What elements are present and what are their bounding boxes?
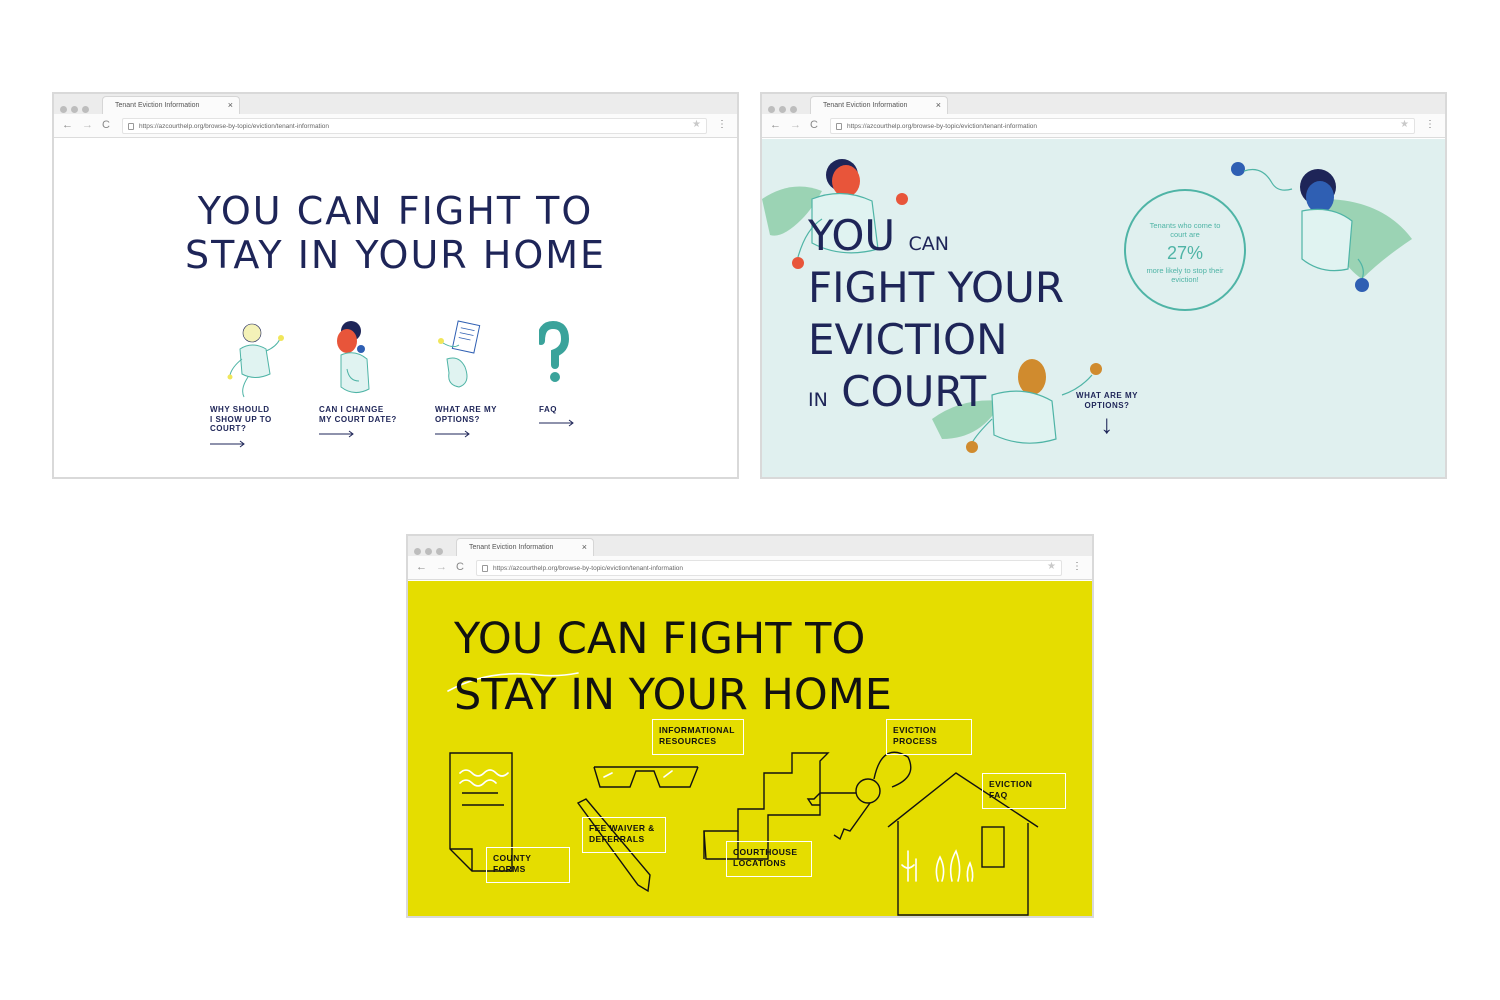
reload-icon[interactable]: C bbox=[102, 119, 110, 131]
url-field[interactable]: https://azcourthelp.org/browse-by-topic/… bbox=[122, 118, 707, 134]
forward-arrow-icon[interactable]: → bbox=[82, 119, 93, 131]
person-on-phone-icon bbox=[337, 321, 370, 393]
lock-icon bbox=[482, 565, 488, 572]
bookmark-star-icon[interactable]: ★ bbox=[1400, 119, 1409, 130]
hero-line-2: FIGHT YOUR bbox=[808, 263, 1065, 312]
menu-kebab-icon[interactable]: ⋮ bbox=[1425, 119, 1435, 130]
tab-close-icon[interactable]: × bbox=[228, 100, 233, 110]
nav-card-label: WHY SHOULD I SHOW UP TO COURT? bbox=[210, 405, 272, 433]
hero-title-line-2: STAY IN YOUR HOME bbox=[184, 233, 607, 277]
nav-card-change-date[interactable]: CAN I CHANGE MY COURT DATE? bbox=[319, 319, 419, 438]
link-eviction-faq[interactable]: EVICTION FAQ bbox=[982, 773, 1066, 809]
hero-word-you: YOU bbox=[808, 211, 896, 260]
browser-tab[interactable]: Tenant Eviction Information × bbox=[456, 538, 594, 556]
lock-icon bbox=[128, 123, 134, 130]
arrow-right-icon bbox=[319, 430, 354, 438]
address-bar: ← → C https://azcourthelp.org/browse-by-… bbox=[408, 556, 1092, 580]
hero-title: YOU CAN FIGHT TO STAY IN YOUR HOME bbox=[54, 189, 737, 277]
menu-kebab-icon[interactable]: ⋮ bbox=[1072, 561, 1082, 572]
page-content: YOU CAN FIGHT TO STAY IN YOUR HOME WHY S… bbox=[54, 139, 737, 477]
address-bar: ← → C https://azcourthelp.org/browse-by-… bbox=[54, 114, 737, 138]
arrow-right-icon bbox=[539, 419, 574, 427]
hero-word-can: CAN bbox=[908, 233, 950, 255]
link-eviction-process[interactable]: EVICTION PROCESS bbox=[886, 719, 972, 755]
url-text: https://azcourthelp.org/browse-by-topic/… bbox=[139, 123, 330, 130]
tab-title: Tenant Eviction Information bbox=[823, 102, 908, 109]
back-arrow-icon[interactable]: ← bbox=[62, 119, 73, 131]
nav-card-faq[interactable]: FAQ bbox=[537, 319, 639, 427]
hero-word-in: IN bbox=[808, 389, 828, 411]
link-county-forms[interactable]: COUNTY FORMS bbox=[486, 847, 570, 883]
menu-kebab-icon[interactable]: ⋮ bbox=[717, 119, 727, 130]
hero-title: YOU CAN FIGHT TO STAY IN YOUR HOME bbox=[454, 611, 892, 723]
hero-title-line-2: STAY IN YOUR HOME bbox=[454, 670, 892, 720]
link-fee-waiver-deferrals[interactable]: FEE WAIVER & DEFERRALS bbox=[582, 817, 666, 853]
bookmark-star-icon[interactable]: ★ bbox=[1047, 561, 1056, 572]
link-courthouse-locations[interactable]: COURTHOUSE LOCATIONS bbox=[726, 841, 812, 877]
url-field[interactable]: https://azcourthelp.org/browse-by-topic/… bbox=[830, 118, 1415, 134]
url-text: https://azcourthelp.org/browse-by-topic/… bbox=[493, 565, 684, 572]
page-content: YOU CAN FIGHT TO STAY IN YOUR HOME INFOR… bbox=[408, 581, 1092, 916]
forward-arrow-icon[interactable]: → bbox=[790, 119, 801, 131]
stat-caption-top: Tenants who come to court are bbox=[1149, 221, 1221, 239]
forward-arrow-icon[interactable]: → bbox=[436, 561, 447, 573]
tab-title: Tenant Eviction Information bbox=[469, 544, 554, 551]
back-arrow-icon[interactable]: ← bbox=[416, 561, 427, 573]
tab-title: Tenant Eviction Information bbox=[115, 102, 200, 109]
address-bar: ← → C https://azcourthelp.org/browse-by-… bbox=[762, 114, 1445, 138]
hero-line-3: EVICTION bbox=[808, 315, 1008, 364]
hero-title-line-1: YOU CAN FIGHT TO bbox=[197, 189, 594, 233]
tab-close-icon[interactable]: × bbox=[582, 542, 587, 552]
arrow-right-icon bbox=[435, 430, 470, 438]
url-field[interactable]: https://azcourthelp.org/browse-by-topic/… bbox=[476, 560, 1062, 576]
tab-close-icon[interactable]: × bbox=[936, 100, 941, 110]
browser-window-home: Tenant Eviction Information × ← → C http… bbox=[52, 92, 739, 479]
link-informational-resources[interactable]: INFORMATIONAL RESOURCES bbox=[652, 719, 744, 755]
url-text: https://azcourthelp.org/browse-by-topic/… bbox=[847, 123, 1038, 130]
title-bar: Tenant Eviction Information × bbox=[54, 94, 737, 114]
title-bar: Tenant Eviction Information × bbox=[408, 536, 1092, 556]
arrow-down-icon: ↓ bbox=[1100, 409, 1114, 439]
question-mark-icon bbox=[537, 320, 570, 382]
back-arrow-icon[interactable]: ← bbox=[770, 119, 781, 131]
hero-line-4: IN COURT bbox=[808, 369, 986, 423]
hero-title-line-1: YOU CAN FIGHT TO bbox=[454, 614, 866, 664]
arrow-right-icon bbox=[210, 440, 245, 448]
stat-caption-bottom: more likely to stop their eviction! bbox=[1146, 266, 1224, 284]
nav-card-label: CAN I CHANGE MY COURT DATE? bbox=[319, 405, 397, 424]
nav-card-label: WHAT ARE MY OPTIONS? bbox=[435, 405, 497, 424]
title-bar: Tenant Eviction Information × bbox=[762, 94, 1445, 114]
hero-line-1: YOU CAN bbox=[808, 213, 949, 267]
options-link[interactable]: WHAT ARE MY OPTIONS? ↓ bbox=[1062, 391, 1152, 439]
nav-card-show-up[interactable]: WHY SHOULD I SHOW UP TO COURT? bbox=[210, 319, 310, 448]
bookmark-star-icon[interactable]: ★ bbox=[692, 119, 701, 130]
hero-word-court: COURT bbox=[841, 367, 987, 416]
stat-circle: Tenants who come to court are 27% more l… bbox=[1124, 189, 1246, 311]
person-with-document-icon bbox=[438, 320, 481, 388]
person-running-icon bbox=[227, 323, 284, 398]
browser-tab[interactable]: Tenant Eviction Information × bbox=[102, 96, 240, 114]
page-content: YOU CAN FIGHT YOUR EVICTION IN COURT Ten… bbox=[762, 139, 1445, 477]
nav-card-options[interactable]: WHAT ARE MY OPTIONS? bbox=[435, 319, 535, 438]
stat-value: 27% bbox=[1166, 243, 1204, 263]
reload-icon[interactable]: C bbox=[456, 561, 464, 573]
lock-icon bbox=[836, 123, 842, 130]
browser-window-resources: Tenant Eviction Information × ← → C http… bbox=[406, 534, 1094, 918]
browser-tab[interactable]: Tenant Eviction Information × bbox=[810, 96, 948, 114]
browser-window-court: Tenant Eviction Information × ← → C http… bbox=[760, 92, 1447, 479]
nav-card-label: FAQ bbox=[539, 405, 557, 414]
reload-icon[interactable]: C bbox=[810, 119, 818, 131]
options-label: WHAT ARE MY OPTIONS? bbox=[1076, 391, 1138, 410]
